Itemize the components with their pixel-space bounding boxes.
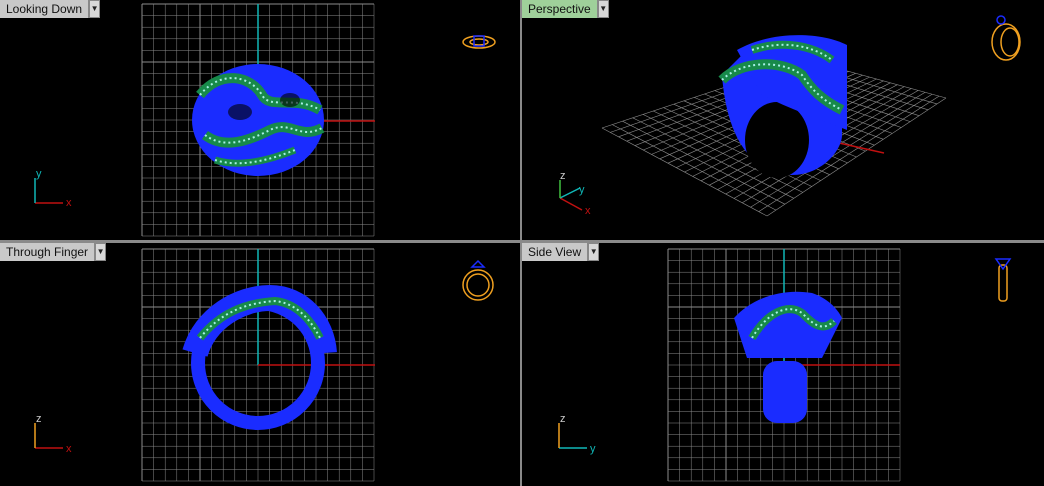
viewport-title-tab[interactable]: Through Finger ▼: [0, 243, 107, 261]
ring-front-icon: [462, 259, 494, 301]
viewport-menu-dropdown-icon[interactable]: ▼: [597, 0, 609, 18]
viewport-title-tab[interactable]: Looking Down ▼: [0, 0, 101, 18]
ring-model[interactable]: [734, 291, 842, 423]
axis-x-label: x: [66, 443, 72, 455]
axis-y-label: y: [36, 168, 42, 180]
ring-top-icon: [462, 35, 496, 49]
viewport-title-tab[interactable]: Perspective ▼: [522, 0, 609, 18]
axis-indicator: z x: [34, 413, 72, 455]
viewport-through-finger[interactable]: Through Finger ▼ z x: [0, 243, 520, 486]
ring-side-icon: [994, 258, 1012, 302]
viewport-perspective[interactable]: Perspective ▼ z y x: [522, 0, 1044, 240]
viewport-menu-dropdown-icon[interactable]: ▼: [588, 243, 600, 261]
viewport-title-tab[interactable]: Side View ▼: [522, 243, 600, 261]
axis-z-label: z: [560, 170, 566, 182]
viewport-title-label[interactable]: Through Finger: [0, 243, 96, 261]
viewport-menu-dropdown-icon[interactable]: ▼: [89, 0, 101, 18]
axis-x-label: x: [585, 205, 591, 217]
axis-z-label: z: [560, 413, 566, 425]
axis-indicator: z y: [558, 413, 596, 455]
viewport-canvas[interactable]: y x: [0, 0, 520, 240]
axis-z-label: z: [36, 413, 42, 425]
axis-x-label: x: [66, 197, 72, 209]
viewport-title-label[interactable]: Perspective: [522, 0, 598, 18]
ring-model[interactable]: [192, 64, 325, 176]
axis-y-label: y: [590, 443, 596, 455]
axis-indicator: y x: [34, 168, 72, 209]
viewport-title-label[interactable]: Looking Down: [0, 0, 90, 18]
axis-y-label: y: [579, 184, 585, 196]
viewport-looking-down[interactable]: Looking Down ▼ y x: [0, 0, 520, 240]
viewport-side-view[interactable]: Side View ▼ z y: [522, 243, 1044, 486]
ring-persp-icon: [991, 15, 1021, 61]
viewport-canvas[interactable]: z y x: [522, 0, 1044, 240]
viewport-canvas[interactable]: z x: [0, 243, 520, 486]
axis-indicator: z y x: [559, 170, 591, 217]
ring-model[interactable]: [718, 35, 847, 178]
viewport-title-label[interactable]: Side View: [522, 243, 589, 261]
viewport-menu-dropdown-icon[interactable]: ▼: [95, 243, 107, 261]
viewport-canvas[interactable]: z y: [522, 243, 1044, 486]
